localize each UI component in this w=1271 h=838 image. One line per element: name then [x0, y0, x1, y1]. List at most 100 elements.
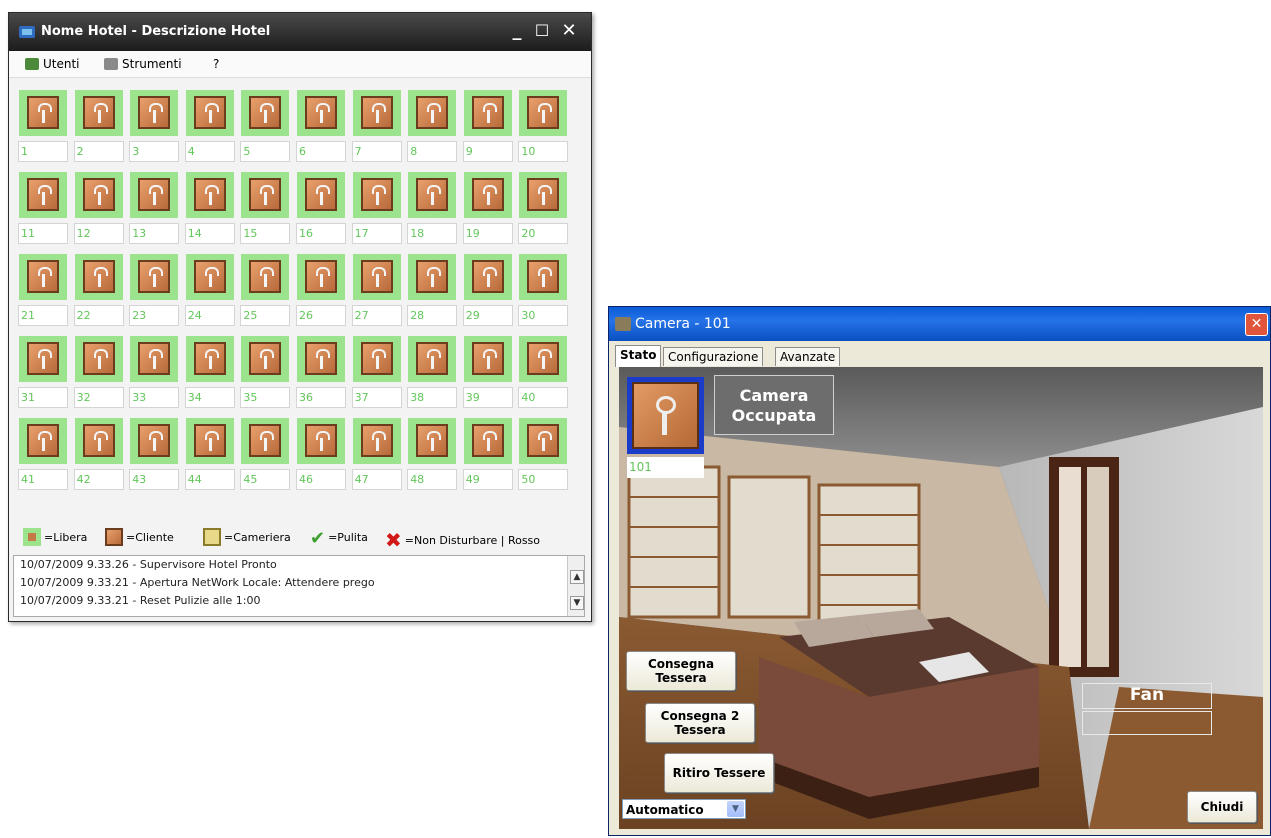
room-key-button[interactable]: [19, 336, 67, 382]
room-key-button[interactable]: [130, 172, 179, 218]
room-cell[interactable]: 48: [407, 418, 459, 498]
room-key-button[interactable]: [463, 418, 512, 464]
room-key-button[interactable]: [19, 254, 67, 300]
mode-select[interactable]: Automatico ▼: [622, 799, 746, 819]
room-key-button[interactable]: [19, 90, 67, 136]
room-key-button[interactable]: [519, 336, 568, 382]
room-key-button[interactable]: [352, 90, 401, 136]
room-cell[interactable]: 41: [18, 418, 70, 498]
hotel-titlebar[interactable]: Nome Hotel - Descrizione Hotel _ ☐ ✕: [9, 13, 591, 51]
room-key-button[interactable]: [519, 172, 568, 218]
room-cell[interactable]: 36: [296, 336, 348, 416]
log-scrollbar[interactable]: ▲ ▼: [567, 556, 584, 616]
room-cell[interactable]: 43: [129, 418, 181, 498]
room-cell[interactable]: 47: [351, 418, 404, 498]
room-cell[interactable]: 39: [462, 336, 515, 416]
tab-avanzate[interactable]: Avanzate: [775, 347, 841, 366]
room-key-button[interactable]: [519, 90, 568, 136]
room-key-button[interactable]: [352, 254, 401, 300]
room-cell[interactable]: 15: [240, 172, 292, 252]
issue-two-cards-button[interactable]: Consegna 2 Tessera: [645, 703, 755, 743]
room-cell[interactable]: 29: [462, 254, 515, 334]
room-key-button[interactable]: [519, 418, 568, 464]
room-cell[interactable]: 8: [407, 90, 459, 170]
room-cell[interactable]: 35: [240, 336, 292, 416]
room-key-button[interactable]: [297, 172, 345, 218]
room-cell[interactable]: 27: [351, 254, 404, 334]
camera-titlebar[interactable]: Camera - 101 ✕: [609, 307, 1270, 341]
room-key-button[interactable]: [463, 336, 512, 382]
room-key-button[interactable]: [185, 336, 234, 382]
room-key-button[interactable]: [19, 418, 67, 464]
room-key-button[interactable]: [241, 254, 290, 300]
room-key-button[interactable]: [185, 418, 234, 464]
room-key-button[interactable]: [463, 254, 512, 300]
room-cell[interactable]: 42: [73, 418, 126, 498]
room-key-button[interactable]: [130, 254, 179, 300]
withdraw-cards-button[interactable]: Ritiro Tessere: [664, 753, 774, 793]
room-cell[interactable]: 49: [462, 418, 515, 498]
room-cell[interactable]: 26: [296, 254, 348, 334]
room-cell[interactable]: 17: [351, 172, 404, 252]
room-key-button[interactable]: [130, 418, 179, 464]
room-key-button[interactable]: [408, 418, 457, 464]
room-cell[interactable]: 33: [129, 336, 181, 416]
room-key-button[interactable]: [352, 418, 401, 464]
room-key-button[interactable]: [74, 418, 123, 464]
room-cell[interactable]: 7: [351, 90, 404, 170]
room-key-button[interactable]: [408, 336, 457, 382]
event-log[interactable]: 10/07/2009 9.33.26 - Supervisore Hotel P…: [13, 555, 585, 617]
tab-stato[interactable]: Stato: [615, 345, 662, 367]
menu-tools[interactable]: Strumenti: [104, 57, 182, 71]
chevron-down-icon[interactable]: ▼: [727, 801, 744, 817]
room-cell[interactable]: 30: [518, 254, 570, 334]
issue-card-button[interactable]: Consegna Tessera: [626, 651, 736, 691]
room-cell[interactable]: 1: [18, 90, 70, 170]
room-cell[interactable]: 32: [73, 336, 126, 416]
room-cell[interactable]: 12: [73, 172, 126, 252]
room-cell[interactable]: 18: [407, 172, 459, 252]
room-key-button[interactable]: [463, 90, 512, 136]
room-key-button[interactable]: [241, 90, 290, 136]
menu-help[interactable]: ?: [213, 57, 219, 71]
room-cell[interactable]: 9: [462, 90, 515, 170]
room-cell[interactable]: 6: [296, 90, 348, 170]
room-key-button[interactable]: [130, 336, 179, 382]
room-cell[interactable]: 40: [518, 336, 570, 416]
room-key-button[interactable]: [74, 336, 123, 382]
close-button[interactable]: ✕: [1245, 313, 1268, 336]
room-key-button[interactable]: [297, 418, 345, 464]
room-key-button[interactable]: [241, 172, 290, 218]
tab-configurazione[interactable]: Configurazione: [663, 347, 764, 366]
room-cell[interactable]: 4: [184, 90, 237, 170]
room-cell[interactable]: 44: [184, 418, 237, 498]
room-key-button[interactable]: [74, 172, 123, 218]
room-key-button[interactable]: [185, 254, 234, 300]
room-cell[interactable]: 50: [518, 418, 570, 498]
room-cell[interactable]: 22: [73, 254, 126, 334]
room-cell[interactable]: 14: [184, 172, 237, 252]
room-key-button[interactable]: [519, 254, 568, 300]
room-cell[interactable]: 38: [407, 336, 459, 416]
room-key-button[interactable]: [352, 336, 401, 382]
room-cell[interactable]: 45: [240, 418, 292, 498]
room-cell[interactable]: 24: [184, 254, 237, 334]
maximize-button[interactable]: ☐: [532, 21, 552, 41]
room-cell[interactable]: 23: [129, 254, 181, 334]
room-key-button[interactable]: [463, 172, 512, 218]
close-dialog-button[interactable]: Chiudi: [1187, 791, 1257, 823]
room-key-button[interactable]: [352, 172, 401, 218]
scroll-down-icon[interactable]: ▼: [570, 596, 584, 610]
room-key-button[interactable]: [185, 172, 234, 218]
minimize-button[interactable]: _: [507, 21, 527, 41]
room-key-button[interactable]: [74, 90, 123, 136]
room-key-button[interactable]: [130, 90, 179, 136]
room-cell[interactable]: 28: [407, 254, 459, 334]
room-cell[interactable]: 25: [240, 254, 292, 334]
room-cell[interactable]: 19: [462, 172, 515, 252]
menu-users[interactable]: Utenti: [25, 57, 80, 71]
room-cell[interactable]: 5: [240, 90, 292, 170]
room-key-button[interactable]: [74, 254, 123, 300]
room-cell[interactable]: 10: [518, 90, 570, 170]
room-key-button[interactable]: [185, 90, 234, 136]
